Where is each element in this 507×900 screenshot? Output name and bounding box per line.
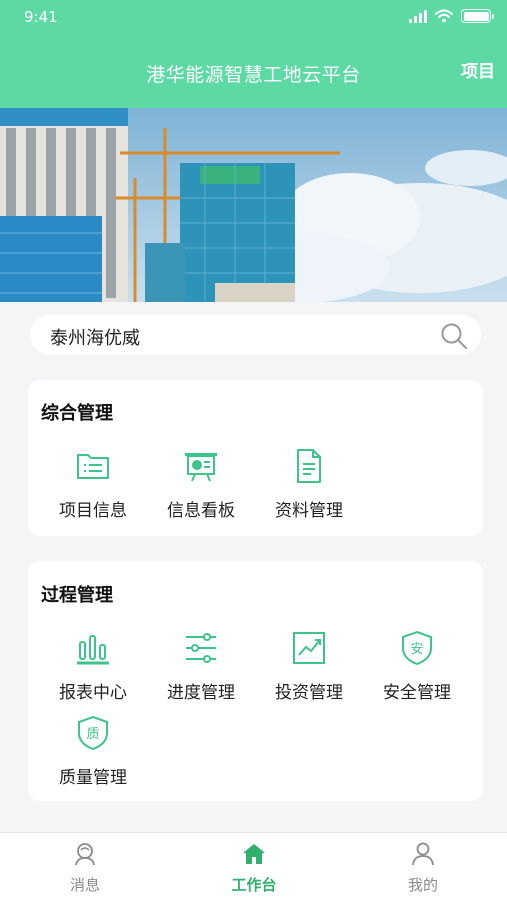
document-icon [297, 449, 321, 483]
page-title: 港华能源智慧工地云平台 [146, 64, 361, 86]
status-bar: 9:41 [0, 0, 507, 34]
bottom-tab-bar: 消息 工作台 我的 [0, 832, 507, 900]
section-title: 综合管理 [41, 403, 113, 424]
app-header: 9:41 港华能源智慧工地云平台 项目 [0, 0, 507, 108]
trend-chart-icon [293, 632, 325, 664]
status-time: 9:41 [24, 8, 58, 26]
svg-text:质: 质 [86, 727, 99, 742]
menu-item-label: 报表中心 [59, 683, 127, 703]
menu-item-quality-mgmt[interactable]: 质 质量管理 [39, 713, 147, 788]
tab-profile[interactable]: 我的 [373, 841, 473, 895]
menu-item-label: 项目信息 [59, 501, 127, 521]
menu-item-document-mgmt[interactable]: 资料管理 [255, 446, 363, 521]
tab-label: 我的 [407, 876, 438, 894]
safety-shield-icon: 安 [402, 630, 432, 666]
message-icon [75, 843, 95, 866]
menu-item-label: 质量管理 [59, 768, 127, 788]
tab-workbench[interactable]: 工作台 [204, 841, 304, 895]
quality-shield-icon: 质 [78, 715, 108, 751]
menu-item-safety-mgmt[interactable]: 安 安全管理 [363, 628, 471, 703]
project-link[interactable]: 项目 [461, 57, 495, 82]
tab-label: 消息 [69, 876, 100, 894]
menu-item-label: 信息看板 [167, 501, 235, 521]
menu-item-info-board[interactable]: 信息看板 [147, 446, 255, 521]
banner-image [0, 108, 507, 302]
project-search-bar[interactable]: 泰州海优威 [30, 315, 481, 355]
menu-item-label: 资料管理 [275, 501, 343, 521]
menu-item-progress-mgmt[interactable]: 进度管理 [147, 628, 255, 703]
menu-item-investment-mgmt[interactable]: 投资管理 [255, 628, 363, 703]
home-icon [243, 844, 265, 864]
menu-item-report-center[interactable]: 报表中心 [39, 628, 147, 703]
sliders-icon [186, 633, 216, 663]
bar-chart-icon [77, 635, 109, 665]
signal-icon [409, 9, 427, 23]
presentation-board-icon [185, 453, 217, 482]
section-card-general: 综合管理 项目信息 信息看板 资料管理 [28, 380, 483, 536]
search-input[interactable]: 泰州海优威 [50, 324, 140, 350]
menu-item-project-info[interactable]: 项目信息 [39, 446, 147, 521]
menu-item-label: 进度管理 [167, 683, 235, 703]
wifi-icon [435, 9, 453, 23]
user-icon [412, 842, 434, 866]
svg-text:安: 安 [410, 642, 423, 657]
folder-list-icon [77, 454, 109, 479]
menu-item-label: 投资管理 [275, 683, 343, 703]
status-icons [409, 9, 494, 23]
section-title: 过程管理 [41, 585, 113, 606]
search-icon[interactable] [439, 321, 469, 351]
battery-icon [461, 9, 494, 23]
tab-messages[interactable]: 消息 [35, 841, 135, 895]
tab-label: 工作台 [231, 876, 277, 894]
section-card-process: 过程管理 报表中心 进度管理 投资管理 安 安全管理 质 质量管理 [28, 561, 483, 801]
menu-item-label: 安全管理 [383, 683, 451, 703]
